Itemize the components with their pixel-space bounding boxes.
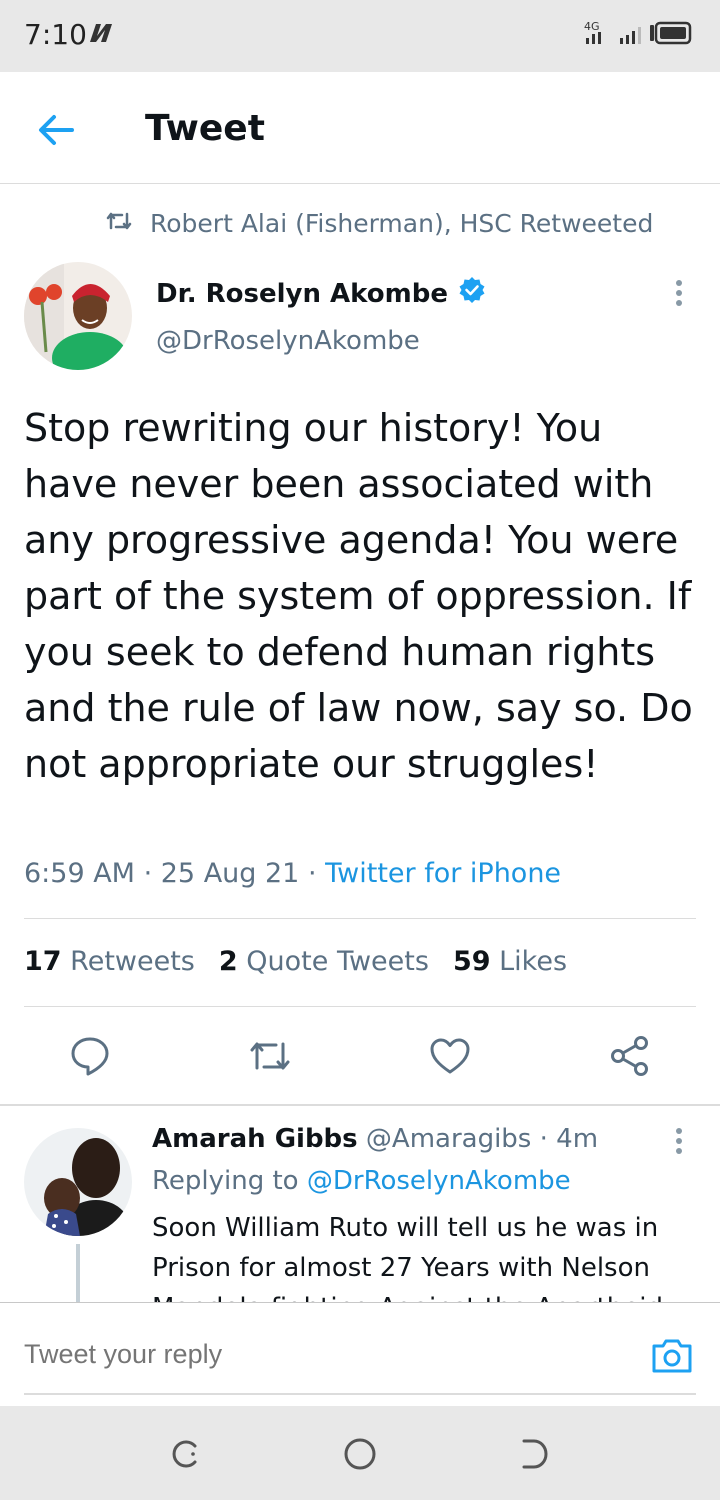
status-bar: 7:10 4G	[0, 0, 720, 72]
quotes-label: Quote Tweets	[246, 946, 429, 977]
network-type-label: 4G	[584, 20, 600, 33]
meta-separator: ·	[539, 1124, 548, 1154]
more-options-icon[interactable]	[664, 1126, 694, 1156]
retweet-context[interactable]: Robert Alai (Fisherman), HSC Retweeted	[106, 206, 653, 240]
thread-line	[76, 1244, 80, 1304]
composer-underline	[24, 1393, 696, 1395]
divider	[24, 1006, 696, 1007]
likes-label: Likes	[499, 946, 568, 977]
reply-composer	[0, 1302, 720, 1406]
replying-to-mention[interactable]: @DrRoselynAkombe	[307, 1166, 571, 1196]
retweets-count: 17	[24, 946, 62, 977]
meta-separator: ·	[307, 858, 326, 889]
share-icon[interactable]	[608, 1034, 652, 1078]
author-handle[interactable]: @DrRoselynAkombe	[156, 326, 420, 356]
back-icon[interactable]	[514, 1434, 554, 1474]
divider	[24, 918, 696, 919]
retweets-stat[interactable]: 17 Retweets	[24, 946, 195, 977]
replying-to: Replying to @DrRoselynAkombe	[152, 1166, 571, 1196]
section-separator	[0, 1104, 720, 1106]
network-logo-icon	[88, 22, 114, 48]
signal-battery-icons: 4G	[584, 18, 696, 52]
likes-count: 59	[452, 946, 491, 977]
system-nav-bar	[0, 1406, 720, 1500]
like-icon[interactable]	[428, 1034, 472, 1078]
author-avatar[interactable]	[24, 262, 132, 370]
more-options-icon[interactable]	[664, 278, 694, 308]
tweet-text: Stop rewriting our history! You have nev…	[24, 406, 693, 786]
reply-age: 4m	[556, 1124, 599, 1154]
quote-tweets-stat[interactable]: 2 Quote Tweets	[219, 946, 429, 977]
replying-to-prefix: Replying to	[152, 1166, 299, 1196]
meta-separator: ·	[143, 858, 161, 889]
tweet-stats: 17 Retweets 2 Quote Tweets 59 Likes	[24, 946, 591, 977]
tweet-meta: 6:59 AM · 25 Aug 21 · Twitter for iPhone	[24, 858, 561, 889]
retweets-label: Retweets	[70, 946, 195, 977]
reply-icon[interactable]	[68, 1034, 112, 1078]
tweet-actions-bar	[0, 1034, 720, 1084]
reply-author-handle[interactable]: @Amaragibs	[366, 1124, 531, 1154]
reply-author-avatar[interactable]	[24, 1128, 132, 1236]
camera-icon[interactable]	[650, 1333, 694, 1377]
home-icon[interactable]	[340, 1434, 380, 1474]
page-title: Tweet	[145, 108, 265, 149]
reply-text: Soon William Ruto will tell us he was in…	[152, 1213, 663, 1304]
top-app-bar: Tweet	[0, 72, 720, 184]
tweet-date: 25 Aug 21	[160, 858, 300, 889]
retweet-icon	[106, 209, 150, 238]
verified-badge-icon	[458, 276, 486, 311]
quotes-count: 2	[218, 946, 238, 977]
recent-apps-icon[interactable]	[166, 1434, 206, 1474]
status-time: 7:10	[24, 18, 87, 51]
back-arrow-icon[interactable]	[36, 110, 76, 150]
reply-author-name[interactable]: Amarah Gibbs	[152, 1124, 358, 1154]
tweet-time: 6:59 AM	[24, 858, 135, 889]
author-name[interactable]: Dr. Roselyn Akombe	[156, 276, 486, 311]
reply-header: Amarah Gibbs @Amaragibs · 4m	[152, 1124, 598, 1154]
author-name-label: Dr. Roselyn Akombe	[156, 278, 448, 309]
retweet-context-label: Robert Alai (Fisherman), HSC Retweeted	[150, 208, 654, 238]
reply-input[interactable]	[24, 1339, 624, 1370]
likes-stat[interactable]: 59 Likes	[453, 946, 567, 977]
tweet-source-link[interactable]: Twitter for iPhone	[325, 858, 561, 889]
retweet-icon[interactable]	[248, 1034, 292, 1078]
